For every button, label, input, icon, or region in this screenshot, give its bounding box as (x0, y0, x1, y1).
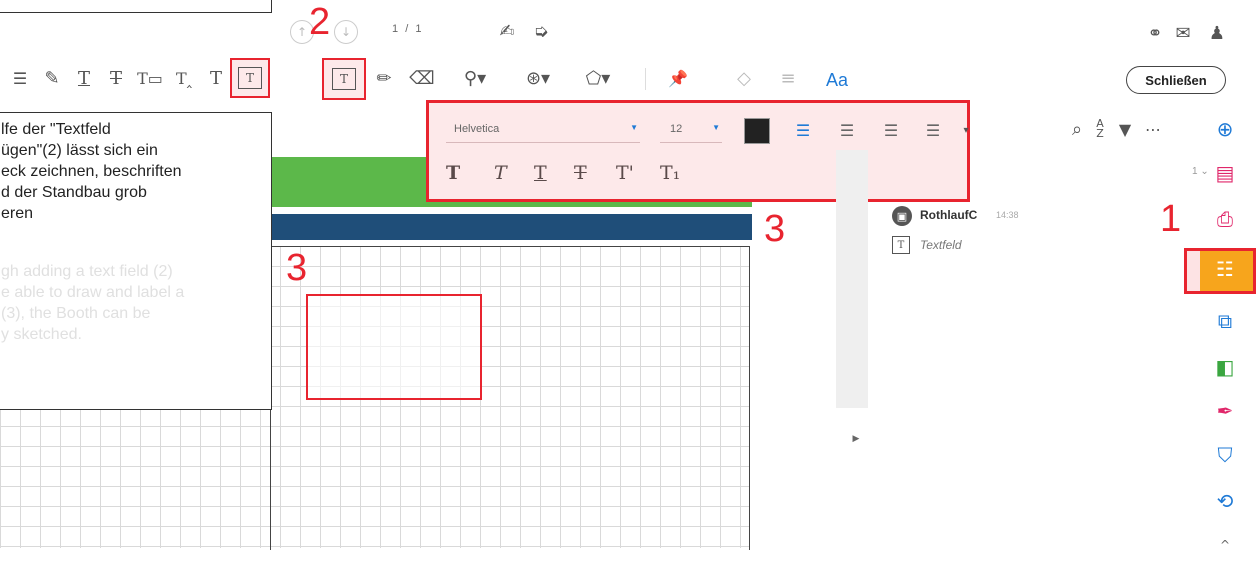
mail-icon[interactable]: ✉ (1170, 20, 1196, 46)
compare-icon[interactable]: ◧ (1208, 350, 1242, 384)
page-count-value: 1 (1192, 166, 1198, 177)
strikethrough-text-icon[interactable]: T (104, 66, 128, 90)
underline-style-button[interactable]: T (534, 162, 547, 184)
comment-type-label[interactable]: Textfeld (920, 238, 962, 252)
panel-arrow-icon: ▾ (963, 124, 969, 136)
page-current: 1 (392, 23, 399, 35)
page-indicator: 1 / 1 (392, 23, 421, 35)
callout-english-text: gh adding a text field (2) e able to dra… (1, 261, 184, 345)
toolbar-divider (645, 68, 646, 90)
link-share-icon[interactable]: ⚭ (1142, 20, 1168, 46)
sign-pen-icon[interactable]: ✍ (494, 18, 520, 44)
strikethrough-style-button[interactable]: T (574, 162, 587, 184)
text-format-panel (426, 100, 970, 202)
comment-author: RothlaufC (920, 208, 978, 222)
font-size-select[interactable]: 12 ▼ (660, 120, 722, 143)
underline-text-icon[interactable]: T (72, 66, 96, 90)
comment-icon[interactable]: ☷ (1208, 252, 1242, 286)
add-textbox-icon[interactable]: T (238, 67, 262, 89)
font-properties-button[interactable]: Aa (826, 70, 848, 91)
next-page-icon[interactable]: ↓ (334, 20, 358, 44)
pin-icon[interactable]: 📌 (666, 66, 690, 90)
fill-color-icon[interactable]: ◇ (732, 66, 756, 90)
english-line: e able to draw and label a (1, 284, 185, 301)
top-partial-box (0, 0, 272, 13)
subscript-style-button[interactable]: T₁ (660, 162, 680, 184)
marker-1: 1 (1160, 198, 1182, 240)
line-weight-icon[interactable]: ≡ (776, 66, 800, 90)
protect-icon[interactable]: ⛉ (1208, 438, 1242, 472)
highlight-pen-icon[interactable]: ✎ (40, 66, 64, 90)
textbox-icon[interactable]: T (332, 68, 356, 90)
combine-files-icon[interactable]: ⧉ (1208, 304, 1242, 338)
chevron-down-icon: ▼ (712, 123, 720, 132)
english-line: (3), the Booth can be (1, 305, 151, 322)
add-user-icon[interactable]: ♟ (1204, 20, 1230, 46)
search-icon[interactable]: ⌕ (1066, 118, 1088, 140)
align-justify-icon[interactable]: ☰ (922, 120, 944, 140)
booth-rectangle[interactable] (306, 294, 482, 400)
scan-ocr-icon[interactable]: ⟲ (1208, 484, 1242, 518)
marker-3-panel: 3 (764, 208, 786, 250)
create-pdf-icon[interactable]: ⊕ (1208, 112, 1242, 146)
english-line: gh adding a text field (2) (1, 263, 173, 280)
attach-icon[interactable]: ⊛▾ (520, 64, 556, 92)
replace-text-icon[interactable]: T▭ (136, 66, 164, 90)
comment-page-count: 1 ⌄ (1192, 166, 1209, 177)
german-line: eck zeichnen, beschriften (1, 163, 182, 180)
italic-style-button[interactable]: T (494, 162, 507, 184)
align-center-icon[interactable]: ☰ (880, 120, 902, 140)
align-right-icon[interactable]: ☰ (836, 120, 858, 140)
expand-panel-icon[interactable]: ▶ (850, 432, 862, 446)
marker-2: 2 (309, 1, 331, 43)
close-button[interactable]: Schließen (1126, 66, 1226, 94)
pencil-icon[interactable]: ✏ (372, 66, 396, 90)
marker-3-canvas: 3 (286, 247, 308, 289)
sort-icon[interactable]: AZ (1092, 118, 1108, 140)
german-line: lfe der "Textfeld (1, 121, 111, 138)
superscript-style-button[interactable]: T' (616, 162, 634, 184)
organize-pages-icon[interactable]: ▤ (1208, 156, 1242, 190)
font-family-value: Helvetica (454, 123, 500, 135)
page-separator: / (405, 23, 409, 35)
insert-text-icon[interactable]: T‸ (170, 66, 198, 90)
scrollbar-track[interactable] (836, 150, 868, 408)
english-line: y sketched. (1, 326, 82, 343)
comment-time: 14:38 (996, 210, 1019, 220)
scroll-up-icon[interactable]: ^ (1208, 528, 1242, 562)
filter-icon[interactable]: ▼ (1114, 118, 1136, 140)
eraser-icon[interactable]: ⌫ (409, 66, 434, 90)
chevron-down-icon: ▼ (630, 123, 638, 132)
add-text-icon[interactable]: T (204, 66, 228, 90)
german-line: eren (1, 205, 34, 222)
align-left-icon[interactable]: ☰ (792, 120, 814, 140)
user-avatar-icon: ▣ (892, 206, 912, 226)
german-line: ügen"(2) lässt sich ein (1, 142, 158, 159)
german-line: d der Standbau grob (1, 184, 147, 201)
font-size-value: 12 (670, 123, 683, 135)
callout-box: lfe der "Textfeld ügen"(2) lässt sich ei… (0, 112, 272, 410)
page-total: 1 (415, 23, 422, 35)
font-family-select[interactable]: Helvetica ▼ (446, 120, 640, 143)
more-options-icon[interactable]: ⋯ (1140, 118, 1166, 140)
fill-sign-icon[interactable]: ✒ (1208, 394, 1242, 428)
textbox-comment-icon: T (892, 236, 910, 254)
note-icon[interactable]: ☰ (8, 66, 32, 90)
text-color-swatch[interactable] (744, 118, 770, 144)
stamp-icon[interactable]: ⚲▾ (458, 64, 492, 92)
tag-arrow-icon[interactable]: ➭ (528, 18, 554, 44)
export-pdf-icon[interactable]: ⎙ (1208, 202, 1242, 236)
bold-style-button[interactable]: T (446, 162, 460, 184)
shapes-icon[interactable]: ⬠▾ (580, 64, 616, 92)
callout-german-text: lfe der "Textfeld ügen"(2) lässt sich ei… (1, 119, 182, 224)
